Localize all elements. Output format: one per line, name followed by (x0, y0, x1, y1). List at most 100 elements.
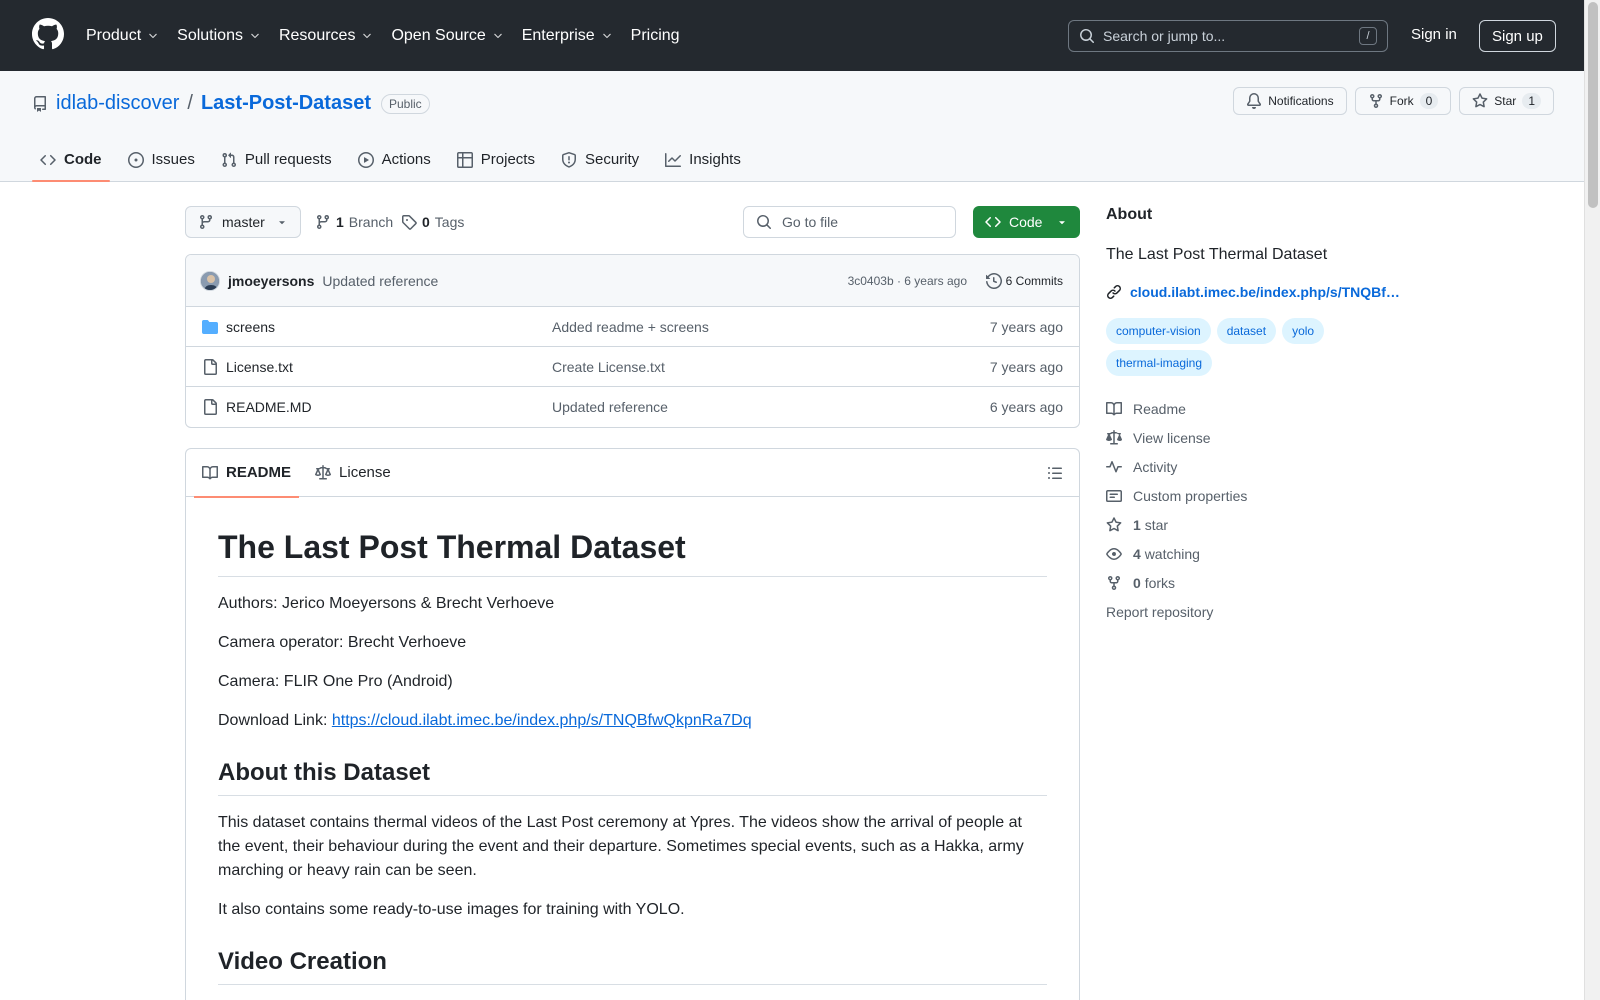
branch-name: master (222, 214, 265, 230)
sign-up-button[interactable]: Sign up (1479, 20, 1556, 52)
website-link[interactable]: cloud.ilabt.imec.be/index.php/s/TNQBf… (1106, 284, 1406, 300)
readme-title: The Last Post Thermal Dataset (218, 529, 1047, 577)
tab-pull-requests[interactable]: Pull requests (213, 137, 340, 182)
tab-actions[interactable]: Actions (350, 137, 439, 182)
nav-product[interactable]: Product (86, 27, 159, 45)
star-icon (1472, 93, 1488, 109)
file-row-screens[interactable]: screens Added readme + screens 7 years a… (186, 307, 1079, 347)
commits-history-link[interactable]: 6 Commits (985, 272, 1063, 289)
report-repository-link[interactable]: Report repository (1106, 597, 1406, 626)
repo-owner-link[interactable]: idlab-discover (56, 92, 179, 115)
law-icon (315, 464, 332, 481)
chevron-down-icon (361, 30, 373, 42)
forks-link[interactable]: 0 forks (1106, 568, 1406, 597)
view-license-link[interactable]: View license (1106, 423, 1406, 452)
repo-description: The Last Post Thermal Dataset (1106, 246, 1328, 263)
pull-request-icon (221, 152, 237, 168)
commit-message[interactable]: Updated reference (322, 273, 438, 289)
file-icon (202, 399, 218, 415)
download-link[interactable]: https://cloud.ilabt.imec.be/index.php/s/… (332, 712, 752, 729)
global-header: Product Solutions Resources Open Source … (0, 0, 1584, 71)
star-button[interactable]: Star 1 (1459, 87, 1554, 115)
star-icon (1106, 516, 1122, 533)
sign-in-link[interactable]: Sign in (1411, 26, 1457, 43)
folder-icon (202, 319, 218, 335)
go-to-file-input[interactable]: Go to file (743, 206, 956, 238)
fork-button[interactable]: Fork 0 (1354, 87, 1452, 115)
topic-yolo[interactable]: yolo (1282, 318, 1325, 344)
file-commit-message[interactable]: Create License.txt (552, 359, 665, 375)
readme-about-paragraph: This dataset contains thermal videos of … (218, 814, 1024, 879)
repo-name-link[interactable]: Last-Post-Dataset (201, 92, 371, 115)
file-name-link[interactable]: License.txt (226, 359, 293, 375)
topic-thermal-imaging[interactable]: thermal-imaging (1106, 350, 1213, 376)
nav-pricing[interactable]: Pricing (631, 27, 680, 45)
chevron-down-icon (601, 30, 613, 42)
tab-readme[interactable]: README (194, 449, 300, 498)
tab-code[interactable]: Code (32, 137, 110, 182)
file-age: 7 years ago (989, 358, 1063, 375)
github-logo-icon[interactable] (32, 18, 64, 50)
file-icon (202, 358, 218, 375)
top-nav: Product Solutions Resources Open Source … (86, 0, 698, 71)
notifications-button[interactable]: Notifications (1233, 87, 1347, 115)
readme-tabs: README License (186, 449, 1079, 498)
topic-computer-vision[interactable]: computer-vision (1106, 318, 1211, 344)
branches-link[interactable]: 1 Branch (315, 214, 393, 230)
branch-icon (198, 214, 214, 230)
scrollbar-thumb[interactable] (1588, 2, 1598, 208)
caret-down-icon (1056, 216, 1068, 228)
code-icon (40, 152, 56, 168)
commit-meta[interactable]: 3c0403b · 6 years ago (848, 274, 967, 288)
repo-header: idlab-discover / Last-Post-Dataset Publi… (0, 71, 1584, 182)
search-input[interactable]: Search or jump to... / (1068, 20, 1388, 52)
list-unordered-icon[interactable] (1047, 465, 1063, 481)
file-list: jmoeyersons Updated reference 3c0403b · … (185, 254, 1080, 428)
custom-properties-link[interactable]: Custom properties (1106, 481, 1406, 510)
topics-list: computer-vision dataset yolo thermal-ima… (1106, 318, 1406, 376)
code-download-button[interactable]: Code (973, 206, 1080, 238)
readme-download: Download Link: https://cloud.ilabt.imec.… (218, 712, 752, 729)
file-age: 7 years ago (989, 318, 1063, 335)
file-row-readme[interactable]: README.MD Updated reference 6 years ago (186, 387, 1079, 427)
tab-insights[interactable]: Insights (657, 137, 749, 182)
tab-license[interactable]: License (307, 449, 399, 497)
readme-heading-video: Video Creation (218, 948, 1047, 985)
nav-enterprise[interactable]: Enterprise (522, 27, 613, 45)
link-icon (1106, 284, 1122, 300)
avatar[interactable] (200, 270, 220, 291)
visibility-badge: Public (381, 93, 430, 114)
file-commit-message[interactable]: Updated reference (552, 399, 668, 415)
nav-resources[interactable]: Resources (279, 27, 373, 45)
readme-link[interactable]: Readme (1106, 394, 1406, 423)
file-name-link[interactable]: README.MD (226, 399, 312, 415)
about-heading: About (1106, 206, 1153, 223)
tags-link[interactable]: 0 Tags (401, 214, 464, 230)
commit-author-link[interactable]: jmoeyersons (228, 273, 314, 289)
file-row-license[interactable]: License.txt Create License.txt 7 years a… (186, 347, 1079, 387)
activity-link[interactable]: Activity (1106, 452, 1406, 481)
topic-dataset[interactable]: dataset (1216, 318, 1277, 344)
fork-icon (1368, 93, 1384, 109)
stars-link[interactable]: 1 star (1106, 510, 1406, 539)
book-icon (1106, 401, 1122, 417)
law-icon (1106, 429, 1122, 446)
readme-operator: Camera operator: Brecht Verhoeve (218, 634, 467, 651)
watchers-link[interactable]: 4 watching (1106, 539, 1406, 568)
repo-title: idlab-discover / Last-Post-Dataset Publi… (32, 92, 430, 115)
file-commit-message[interactable]: Added readme + screens (552, 319, 709, 335)
repo-icon (32, 95, 48, 112)
branch-selector[interactable]: master (185, 206, 301, 238)
page-scrollbar[interactable] (1584, 0, 1600, 1000)
code-icon (985, 214, 1001, 230)
tab-security[interactable]: Security (553, 137, 647, 182)
tab-issues[interactable]: Issues (120, 137, 203, 182)
file-name-link[interactable]: screens (226, 319, 275, 335)
table-icon (456, 151, 473, 168)
chevron-down-icon (147, 30, 159, 42)
search-placeholder: Search or jump to... (1103, 28, 1226, 44)
nav-open-source[interactable]: Open Source (391, 27, 503, 45)
tab-projects[interactable]: Projects (449, 137, 543, 182)
chevron-down-icon (492, 30, 504, 42)
nav-solutions[interactable]: Solutions (177, 27, 261, 45)
